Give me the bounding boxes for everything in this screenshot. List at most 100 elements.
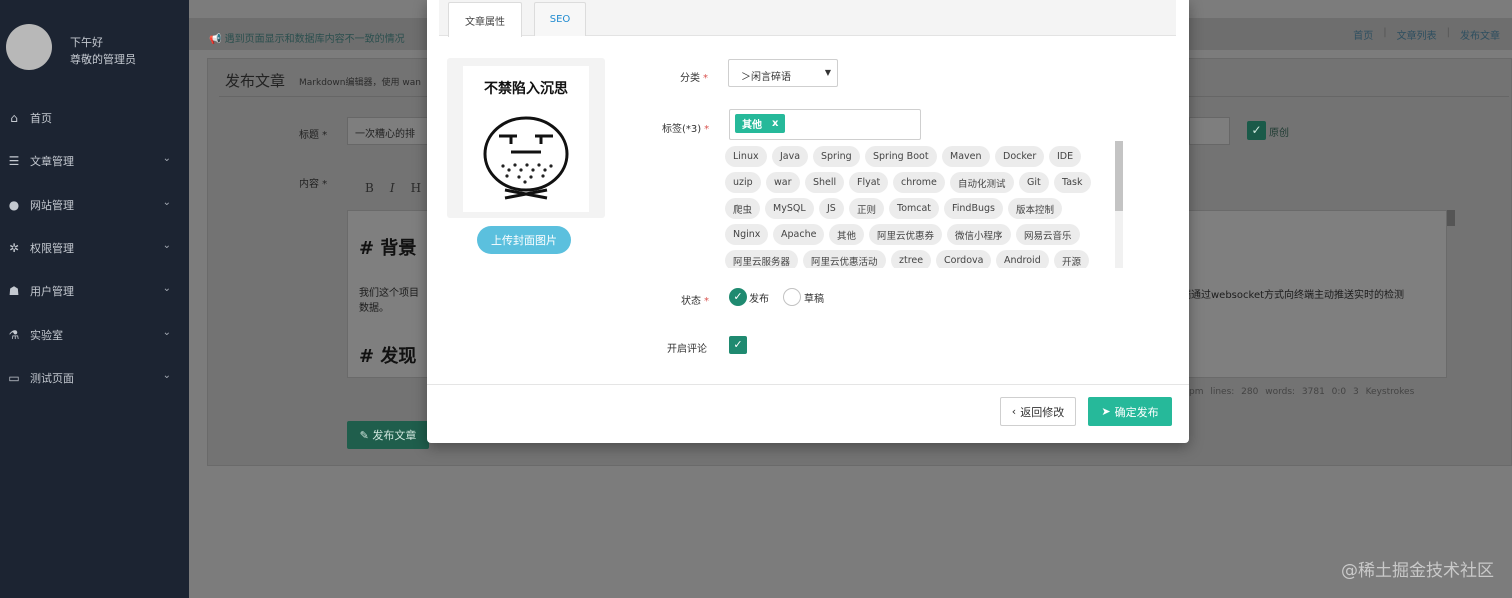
tag-option[interactable]: IDE	[1049, 146, 1082, 167]
cover-image-box: 不禁陷入沉思	[447, 58, 605, 218]
selected-tag-label: 其他	[742, 120, 762, 131]
tag-option[interactable]: 阿里云优惠券	[869, 224, 943, 245]
sidebar-item-label: 测试页面	[30, 372, 74, 385]
publish-article-button[interactable]: ✎ 发布文章	[347, 421, 429, 449]
tag-option[interactable]: 阿里云服务器	[725, 250, 799, 268]
chevron-down-icon: ⌄	[162, 370, 171, 381]
breadcrumb-article-list[interactable]: 文章列表	[1397, 27, 1437, 42]
sidebar-item-site[interactable]: ● 网站管理 ⌄	[0, 195, 189, 215]
tag-option[interactable]: 爬虫	[725, 198, 761, 219]
tag-option[interactable]: 阿里云优惠活动	[803, 250, 886, 268]
breadcrumb-separator: |	[1383, 27, 1387, 38]
modal-tabs: 文章属性 SEO	[439, 0, 1176, 37]
status-radio-publish[interactable]: ✓	[729, 288, 747, 306]
tag-option[interactable]: Nginx	[725, 224, 769, 245]
tag-option[interactable]: ztree	[891, 250, 932, 268]
breadcrumb-home[interactable]: 首页	[1353, 27, 1373, 42]
tag-option[interactable]: Spring	[813, 146, 860, 167]
tag-option[interactable]: Apache	[773, 224, 825, 245]
required-mark: *	[703, 73, 708, 84]
sidebar-item-label: 用户管理	[30, 285, 74, 298]
tag-option[interactable]: Linux	[725, 146, 767, 167]
enable-comment-checkbox[interactable]: ✓	[729, 336, 747, 354]
tag-option[interactable]: 网易云音乐	[1016, 224, 1080, 245]
breadcrumb-separator: |	[1446, 27, 1450, 38]
status-radio-draft[interactable]	[783, 288, 801, 306]
avatar[interactable]	[6, 24, 52, 70]
tag-pool: Linux Java Spring Spring Boot Maven Docker IDE…	[723, 143, 1123, 268]
back-to-edit-button[interactable]: ‹ 返回修改	[1000, 397, 1076, 426]
required-mark: *	[704, 296, 709, 307]
greeting-line-1: 下午好	[70, 36, 103, 49]
tag-option[interactable]: 微信小程序	[947, 224, 1011, 245]
paper-plane-icon: ➤	[1101, 405, 1111, 418]
chevron-down-icon: ⌄	[162, 327, 171, 338]
category-select[interactable]: ＞闲言碎语 ▼	[728, 59, 838, 87]
megaphone-icon: 📢	[209, 34, 225, 45]
tag-option[interactable]: Java	[772, 146, 809, 167]
sidebar-item-label: 首页	[30, 112, 52, 125]
status-option-label: 草稿	[804, 294, 824, 305]
tab-article-properties[interactable]: 文章属性	[448, 2, 522, 37]
pencil-icon: ✎	[359, 428, 373, 442]
tag-option[interactable]: chrome	[893, 172, 945, 193]
original-checkbox[interactable]: ✓	[1247, 121, 1266, 140]
selected-tag: 其他 x	[735, 114, 786, 133]
sidebar-item-test[interactable]: ▭ 测试页面 ⌄	[0, 368, 189, 388]
tag-option[interactable]: Task	[1054, 172, 1091, 193]
upload-cover-button[interactable]: 上传封面图片	[477, 226, 571, 254]
sidebar-item-lab[interactable]: ⚗ 实验室 ⌄	[0, 325, 189, 345]
back-button-label: 返回修改	[1020, 405, 1065, 419]
breadcrumb-current: 发布文章	[1460, 31, 1500, 42]
sidebar-item-users[interactable]: ☗ 用户管理 ⌄	[0, 281, 189, 301]
editor-scrollbar[interactable]	[1447, 210, 1455, 226]
original-label: 原创	[1269, 128, 1289, 139]
tag-pool-scrollbar[interactable]	[1115, 141, 1123, 211]
tag-option[interactable]: Spring Boot	[865, 146, 937, 167]
tag-option[interactable]: 自动化测试	[950, 172, 1014, 193]
tags-input[interactable]: 其他 x	[729, 109, 921, 140]
tag-option[interactable]: Tomcat	[889, 198, 940, 219]
tag-option[interactable]: Cordova	[936, 250, 992, 268]
title-input-value: 一次糟心的排	[355, 129, 415, 140]
sidebar-item-home[interactable]: ⌂ 首页	[0, 108, 189, 128]
tag-option[interactable]: Shell	[805, 172, 845, 193]
comment-label: 开启评论	[667, 344, 707, 355]
sidebar-item-label: 网站管理	[30, 199, 74, 212]
tag-option[interactable]: JS	[819, 198, 844, 219]
caret-down-icon: ▼	[824, 68, 831, 77]
confirm-publish-button[interactable]: ➤ 确定发布	[1088, 397, 1172, 426]
chevron-down-icon: ⌄	[162, 240, 171, 251]
cover-image: 不禁陷入沉思	[463, 66, 589, 212]
cogs-icon: ✲	[8, 241, 20, 255]
bold-button[interactable]: B	[365, 181, 374, 203]
tag-option[interactable]: Docker	[995, 146, 1045, 167]
tag-option[interactable]: Android	[996, 250, 1049, 268]
publish-article-label: 发布文章	[372, 429, 417, 442]
tags-label: 标签(*3) *	[662, 120, 709, 135]
tag-option[interactable]: 开源	[1054, 250, 1090, 268]
chevron-down-icon: ⌄	[162, 197, 171, 208]
tab-seo[interactable]: SEO	[534, 2, 586, 36]
tag-option[interactable]: Git	[1019, 172, 1049, 193]
tag-option[interactable]: Maven	[942, 146, 990, 167]
tag-option[interactable]: 正则	[849, 198, 885, 219]
editor-heading: # 发现	[359, 346, 417, 367]
sidebar-item-articles[interactable]: ☰ 文章管理 ⌄	[0, 151, 189, 171]
sidebar-item-label: 文章管理	[30, 155, 74, 168]
tag-option[interactable]: war	[766, 172, 800, 193]
status-label: 状态 *	[681, 292, 709, 307]
tag-option[interactable]: 其他	[829, 224, 865, 245]
remove-tag-icon[interactable]: x	[772, 118, 778, 129]
modal-footer-divider	[427, 384, 1189, 385]
tag-option[interactable]: FindBugs	[944, 198, 1003, 219]
tag-option[interactable]: Flyat	[849, 172, 889, 193]
heading-button[interactable]: H	[411, 181, 421, 203]
tag-option[interactable]: uzip	[725, 172, 761, 193]
editor-paragraph-tail: 端通过websocket方式向终端主动推送实时的检测	[1181, 290, 1405, 301]
tag-option[interactable]: 版本控制	[1008, 198, 1063, 219]
tag-option[interactable]: MySQL	[765, 198, 814, 219]
italic-button[interactable]: I	[390, 181, 395, 203]
users-icon: ☗	[8, 284, 20, 298]
sidebar-item-permissions[interactable]: ✲ 权限管理 ⌄	[0, 238, 189, 258]
